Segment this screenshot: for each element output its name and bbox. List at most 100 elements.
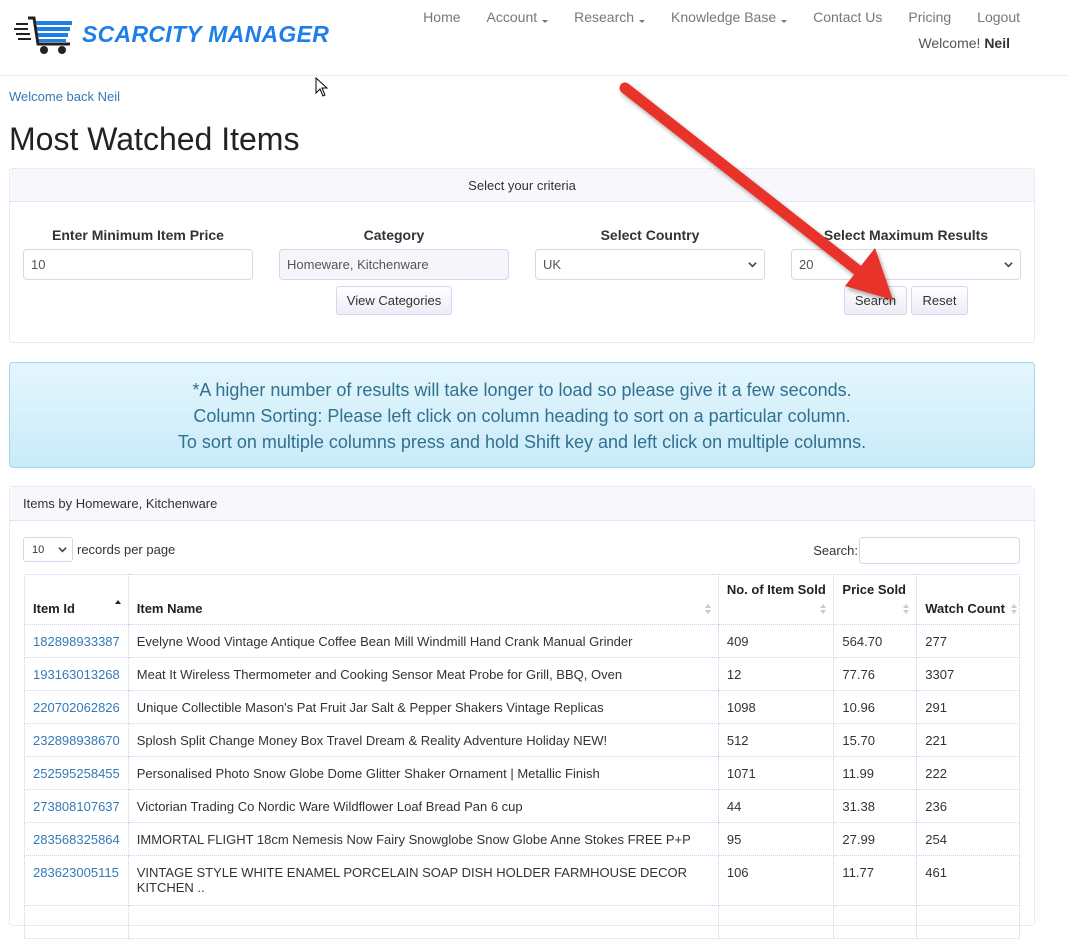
view-categories-button[interactable]: View Categories bbox=[336, 286, 452, 315]
column-header-item-id[interactable]: Item Id bbox=[24, 574, 129, 625]
column-header-items-sold[interactable]: No. of Item Sold bbox=[717, 574, 835, 625]
reset-button[interactable]: Reset bbox=[911, 286, 968, 315]
min-price-input[interactable]: 10 bbox=[23, 249, 253, 280]
items-sold-cell: 1071 bbox=[717, 756, 835, 790]
country-label: Select Country bbox=[600, 227, 700, 243]
column-label: Item Name bbox=[136, 601, 203, 616]
item-name-cell: IMMORTAL FLIGHT 18cm Nemesis Now Fairy S… bbox=[127, 822, 719, 856]
item-name-cell: Victorian Trading Co Nordic Ware Wildflo… bbox=[127, 789, 719, 823]
price-sold-cell: 15.70 bbox=[833, 723, 918, 757]
column-header-item-name[interactable]: Item Name bbox=[127, 574, 719, 625]
chevron-down-icon bbox=[748, 262, 757, 268]
item-name-cell: Splosh Split Change Money Box Travel Dre… bbox=[127, 723, 719, 757]
item-name-cell: VINTAGE STYLE WHITE ENAMEL PORCELAIN SOA… bbox=[127, 855, 719, 906]
site-header: SCARCITY MANAGER Home Account Research K… bbox=[0, 0, 1067, 76]
item-name-cell: Unique Collectible Mason's Pat Fruit Jar… bbox=[127, 690, 719, 724]
watch-count-cell: 254 bbox=[916, 822, 1020, 856]
nav-knowledge-base[interactable]: Knowledge Base bbox=[658, 9, 800, 25]
country-value: UK bbox=[543, 257, 562, 272]
info-alert: *A higher number of results will take lo… bbox=[9, 362, 1035, 468]
results-panel: Items by Homeware, Kitchenware 10 record… bbox=[9, 486, 1035, 939]
nav-label: Research bbox=[574, 9, 635, 25]
item-name-cell: Personalised Photo Snow Globe Dome Glitt… bbox=[127, 756, 719, 790]
nav-home[interactable]: Home bbox=[410, 9, 473, 25]
item-id-link[interactable]: 283568325864 bbox=[33, 832, 120, 847]
watch-count-cell: 277 bbox=[916, 624, 1020, 658]
price-sold-cell: 564.70 bbox=[833, 624, 918, 658]
items-sold-cell: 512 bbox=[717, 723, 835, 757]
table-search: Search: bbox=[813, 537, 1020, 564]
watch-count-cell bbox=[916, 905, 1020, 939]
sort-ascending-icon bbox=[114, 599, 122, 611]
caret-down-icon bbox=[542, 19, 549, 23]
table-body: 182898933387 Evelyne Wood Vintage Antiqu… bbox=[24, 624, 1020, 939]
item-id-link[interactable]: 220702062826 bbox=[33, 700, 120, 715]
items-sold-cell: 44 bbox=[717, 789, 835, 823]
item-id-link[interactable]: 182898933387 bbox=[33, 634, 120, 649]
category-value: Homeware, Kitchenware bbox=[287, 257, 429, 272]
items-sold-cell: 12 bbox=[717, 657, 835, 691]
page-length-select[interactable]: 10 bbox=[23, 537, 73, 562]
item-id-cell: 232898938670 bbox=[24, 723, 129, 757]
price-sold-cell: 77.76 bbox=[833, 657, 918, 691]
item-id-link[interactable]: 283623005115 bbox=[33, 865, 119, 880]
caret-down-icon bbox=[639, 19, 646, 23]
table-row: 182898933387 Evelyne Wood Vintage Antiqu… bbox=[24, 624, 1020, 658]
price-sold-cell: 11.99 bbox=[833, 756, 918, 790]
min-price-value: 10 bbox=[31, 257, 46, 272]
column-header-price-sold[interactable]: Price Sold bbox=[833, 574, 918, 625]
column-label: No. of Item Sold bbox=[726, 582, 826, 597]
results-heading: Items by Homeware, Kitchenware bbox=[10, 487, 1034, 521]
sort-both-icon bbox=[704, 603, 712, 615]
info-line: Column Sorting: Please left click on col… bbox=[193, 406, 851, 426]
nav-logout[interactable]: Logout bbox=[964, 9, 1020, 25]
item-id-link[interactable]: 232898938670 bbox=[33, 733, 120, 748]
nav-account[interactable]: Account bbox=[474, 9, 562, 25]
item-id-cell: 273808107637 bbox=[24, 789, 129, 823]
items-sold-cell: 106 bbox=[717, 855, 835, 906]
criteria-heading: Select your criteria bbox=[10, 169, 1034, 202]
item-id-cell: 283623005115 bbox=[24, 855, 129, 906]
search-button[interactable]: Search bbox=[844, 286, 907, 315]
max-results-value: 20 bbox=[799, 257, 814, 272]
criteria-panel: Select your criteria Enter Minimum Item … bbox=[9, 168, 1035, 343]
category-label: Category bbox=[363, 227, 425, 243]
item-id-link[interactable]: 252595258455 bbox=[33, 766, 120, 781]
items-sold-cell bbox=[717, 905, 835, 939]
sort-both-icon bbox=[820, 603, 827, 615]
shopping-cart-icon bbox=[14, 16, 72, 54]
country-select[interactable]: UK bbox=[535, 249, 765, 280]
nav-label: Pricing bbox=[908, 9, 952, 25]
brand-logo[interactable]: SCARCITY MANAGER bbox=[14, 12, 329, 56]
item-id-cell: 283568325864 bbox=[24, 822, 129, 856]
nav-contact-us[interactable]: Contact Us bbox=[800, 9, 895, 25]
chevron-down-icon bbox=[1004, 262, 1013, 268]
table-row: 193163013268 Meat It Wireless Thermomete… bbox=[24, 657, 1020, 691]
table-row: 283623005115 VINTAGE STYLE WHITE ENAMEL … bbox=[24, 855, 1020, 906]
watch-count-cell: 461 bbox=[916, 855, 1020, 906]
table-row: 283568325864 IMMORTAL FLIGHT 18cm Nemesi… bbox=[24, 822, 1020, 856]
watch-count-cell: 221 bbox=[916, 723, 1020, 757]
column-header-watch-count[interactable]: Watch Count bbox=[916, 574, 1020, 625]
welcome-user: Welcome! Neil bbox=[918, 35, 1010, 51]
watch-count-cell: 236 bbox=[916, 789, 1020, 823]
nav-research[interactable]: Research bbox=[561, 9, 658, 25]
item-id-link[interactable]: 273808107637 bbox=[33, 799, 120, 814]
items-sold-cell: 1098 bbox=[717, 690, 835, 724]
column-label: Watch Count bbox=[925, 601, 1005, 616]
item-id-link[interactable]: 193163013268 bbox=[33, 667, 120, 682]
welcome-username: Neil bbox=[984, 35, 1010, 51]
item-id-cell: 193163013268 bbox=[24, 657, 129, 691]
welcome-back-link[interactable]: Welcome back Neil bbox=[9, 89, 120, 104]
min-price-field: Enter Minimum Item Price 10 bbox=[23, 227, 253, 280]
category-input[interactable]: Homeware, Kitchenware bbox=[279, 249, 509, 280]
max-results-select[interactable]: 20 bbox=[791, 249, 1021, 280]
page-length-value: 10 bbox=[32, 543, 45, 556]
sort-both-icon bbox=[1011, 603, 1018, 615]
price-sold-cell: 31.38 bbox=[833, 789, 918, 823]
nav-pricing[interactable]: Pricing bbox=[895, 9, 964, 25]
item-id-cell: 220702062826 bbox=[24, 690, 129, 724]
table-search-input[interactable] bbox=[859, 537, 1020, 564]
country-field: Select Country UK bbox=[535, 227, 765, 280]
info-line: *A higher number of results will take lo… bbox=[192, 380, 852, 400]
